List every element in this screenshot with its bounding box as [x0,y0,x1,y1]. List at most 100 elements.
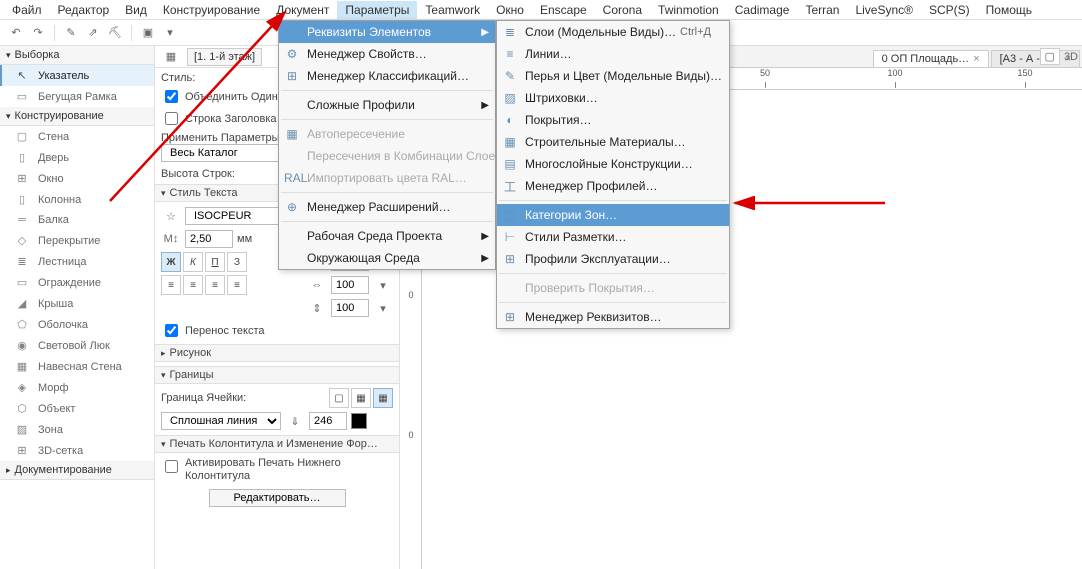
menu-item[interactable]: ▨Штриховки… [497,87,729,109]
group-header-design[interactable]: ▾Конструирование [0,107,154,126]
tool-объект[interactable]: ⬡Объект [0,398,154,419]
group-header-selection[interactable]: ▾Выборка [0,46,154,65]
menu-item[interactable]: Окружающая Среда▶ [279,247,495,269]
line-color-swatch[interactable] [351,413,367,429]
menu-item[interactable]: ▦Строительные Материалы… [497,131,729,153]
menu-item-icon: ✎ [502,69,518,83]
border-none-button[interactable]: ▢ [329,388,349,408]
eyedropper-icon[interactable]: ✎ [61,23,81,43]
wrap-text-checkbox[interactable] [165,324,178,337]
tool-оболочка[interactable]: ⬠Оболочка [0,314,154,335]
tool-дверь[interactable]: ▯Дверь [0,147,154,168]
menu-teamwork[interactable]: Teamwork [417,1,488,19]
menu-item[interactable]: ≡Линии… [497,43,729,65]
floor-tab[interactable]: [1. 1-й этаж] [187,48,262,66]
group-header-document[interactable]: ▸Документирование [0,461,154,480]
menu-item-label: Автопересечение [307,127,405,141]
menu-item[interactable]: ⊢Стили Разметки… [497,226,729,248]
menu-item[interactable]: ▢Категории Зон… [497,204,729,226]
menu-вид[interactable]: Вид [117,1,155,19]
menu-файл[interactable]: Файл [4,1,50,19]
tool-указатель[interactable]: ↖Указатель [0,65,154,86]
tool-окно[interactable]: ⊞Окно [0,168,154,189]
line-style-select[interactable]: Сплошная линия [161,412,281,430]
measure-icon[interactable]: ▣ [138,23,158,43]
menu-enscape[interactable]: Enscape [532,1,595,19]
menu-item[interactable]: ⊞Менеджер Классификаций… [279,65,495,87]
section-picture[interactable]: ▸Рисунок [155,344,399,362]
menu-scp(s)[interactable]: SCP(S) [921,1,978,19]
footer-checkbox[interactable] [165,460,178,473]
menu-livesync®[interactable]: LiveSync® [847,1,921,19]
menu-item[interactable]: ✎Перья и Цвет (Модельные Виды)… [497,65,729,87]
syringe-icon[interactable]: ⇗ [83,23,103,43]
menu-item[interactable]: ≣Слои (Модельные Виды)…Ctrl+Д [497,21,729,43]
header-row-checkbox[interactable] [165,112,178,125]
align-justify-button[interactable]: ≡ [227,275,247,295]
menu-редактор[interactable]: Редактор [50,1,118,19]
section-footer-print[interactable]: ▾Печать Колонтитула и Изменение Форм… [155,435,399,453]
trowel-icon[interactable]: ⛏ [105,23,125,43]
menu-документ[interactable]: Документ [268,1,337,19]
underline-button[interactable]: П [205,252,225,272]
tool-label: Объект [38,403,75,415]
menu-item[interactable]: ⊕Менеджер Расширений… [279,196,495,218]
section-borders[interactable]: ▾Границы [155,366,399,384]
menu-конструирование[interactable]: Конструирование [155,1,268,19]
tool-морф[interactable]: ◈Морф [0,377,154,398]
menu-item[interactable]: ⚙Менеджер Свойств… [279,43,495,65]
menu-item[interactable]: ◐Покрытия… [497,109,729,131]
bold-button[interactable]: Ж [161,252,181,272]
tool-световой люк[interactable]: ◉Световой Люк [0,335,154,356]
tool-навесная стена[interactable]: ▦Навесная Стена [0,356,154,377]
close-icon[interactable]: × [973,53,979,65]
menu-помощь[interactable]: Помощь [978,1,1040,19]
menu-параметры[interactable]: Параметры [337,1,417,19]
document-tab[interactable]: 0 ОП Площадь…× [873,50,989,67]
tool-лестница[interactable]: ≣Лестница [0,251,154,272]
tool-крыша[interactable]: ◢Крыша [0,293,154,314]
menu-item[interactable]: ⊞Менеджер Реквизитов… [497,306,729,328]
view-2d-button[interactable]: ▢ [1040,48,1060,65]
font-size-input[interactable] [185,230,233,248]
align-right-button[interactable]: ≡ [205,275,225,295]
tool-балка[interactable]: ═Балка [0,210,154,230]
favorite-icon[interactable]: ☆ [161,206,181,226]
menu-terran[interactable]: Terran [797,1,847,19]
menu-item[interactable]: ▤Многослойные Конструкции… [497,153,729,175]
view-3d-label[interactable]: 3D [1064,51,1078,63]
tool-стена[interactable]: ▢Стена [0,126,154,147]
italic-button[interactable]: К [183,252,203,272]
dropdown-icon[interactable]: ▾ [373,275,393,295]
edit-button[interactable]: Редактировать… [209,489,346,507]
undo-icon[interactable]: ↶ [6,23,26,43]
line-weight-input[interactable] [309,412,347,430]
merge-same-checkbox[interactable] [165,90,178,103]
tool-зона[interactable]: ▨Зона [0,419,154,440]
menu-corona[interactable]: Corona [595,1,650,19]
border-all-button[interactable]: ▦ [373,388,393,408]
tool-ограждение[interactable]: ▭Ограждение [0,272,154,293]
tool-перекрытие[interactable]: ◇Перекрытие [0,230,154,251]
menu-item[interactable]: Реквизиты Элементов▶ [279,21,495,43]
menu-окно[interactable]: Окно [488,1,532,19]
menu-cadimage[interactable]: Cadimage [727,1,798,19]
align-left-button[interactable]: ≡ [161,275,181,295]
menu-twinmotion[interactable]: Twinmotion [650,1,727,19]
redo-icon[interactable]: ↷ [28,23,48,43]
tool-бегущая рамка[interactable]: ▭Бегущая Рамка [0,86,154,107]
spacing-input[interactable] [331,276,369,294]
menu-item[interactable]: Рабочая Среда Проекта▶ [279,225,495,247]
tool-колонна[interactable]: ▯Колонна [0,189,154,210]
align-center-button[interactable]: ≡ [183,275,203,295]
menu-item[interactable]: ⊞Профили Эксплуатации… [497,248,729,270]
menu-item[interactable]: Сложные Профили▶ [279,94,495,116]
table-icon[interactable]: ▦ [161,47,181,67]
chevron-down-icon[interactable]: ▾ [160,23,180,43]
border-inner-button[interactable]: ▦ [351,388,371,408]
strike-button[interactable]: З [227,252,247,272]
tool-3d-сетка[interactable]: ⊞3D-сетка [0,440,154,461]
menu-item[interactable]: 工Менеджер Профилей… [497,175,729,197]
leading-input[interactable] [331,299,369,317]
dropdown-icon[interactable]: ▾ [373,298,393,318]
